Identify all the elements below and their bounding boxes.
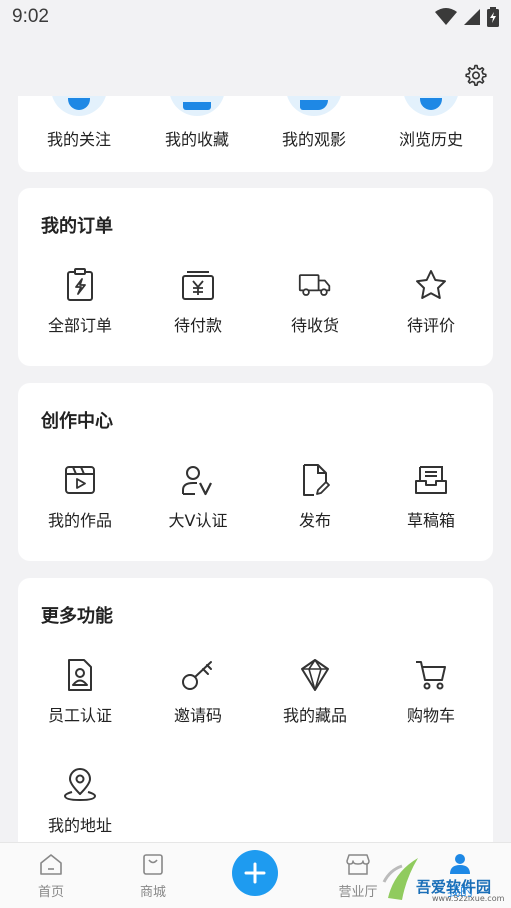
file-edit-icon [298,463,332,497]
shortcuts-card: 我的关注 我的收藏 我的观影 浏览历史 [18,96,493,172]
tab-business-hall-label: 营业厅 [338,885,378,900]
tab-mall[interactable]: 商城 [113,853,193,900]
shopping-cart-label: 购物车 [406,706,455,725]
store-icon [346,854,370,875]
my-works[interactable]: 我的作品 [21,463,139,531]
star-icon [414,268,448,302]
follow-icon [51,96,107,116]
order-pending-delivery[interactable]: 待收货 [256,268,374,336]
order-all-label: 全部订单 [47,316,112,335]
shortcut-follow[interactable]: 我的关注 [20,126,138,150]
gear-icon [465,64,487,86]
plus-icon [244,862,266,884]
badge-person-icon [63,658,97,692]
tab-home-label: 首页 [37,885,64,900]
shortcut-movies[interactable]: 我的观影 [255,126,373,150]
shortcut-history[interactable]: 浏览历史 [372,126,490,150]
orders-title: 我的订单 [41,216,113,237]
watermark: 吾爱软件园 www.52zixue.com [380,850,511,908]
history-icon [403,96,459,116]
user-v-icon [181,463,215,497]
key-icon [181,658,215,692]
diamond-icon [298,658,332,692]
clipboard-bolt-icon [63,268,97,302]
home-icon [40,854,62,875]
drafts-label: 草稿箱 [406,511,455,530]
employee-verification-label: 员工认证 [47,706,112,725]
publish[interactable]: 发布 [256,463,374,531]
my-address-label: 我的地址 [47,816,112,835]
movie-icon [286,96,342,116]
status-time: 9:02 [12,6,49,27]
status-bar: 9:02 [0,0,511,34]
invite-code-label: 邀请码 [173,706,222,725]
watermark-url: www.52zixue.com [432,894,505,903]
order-pending-review[interactable]: 待评价 [372,268,490,336]
order-pending-delivery-label: 待收货 [290,316,339,335]
v-verification[interactable]: 大V认证 [139,463,257,531]
orders-card: 我的订单 全部订单 待付款 待收货 待评价 [18,188,493,366]
more-card: 更多功能 员工认证 邀请码 我的藏品 购物车 我的地址 [18,578,493,848]
creation-title: 创作中心 [41,411,113,432]
employee-verification[interactable]: 员工认证 [21,658,139,726]
order-pending-payment-label: 待付款 [173,316,222,335]
my-collectibles[interactable]: 我的藏品 [256,658,374,726]
yen-wallet-icon [181,268,215,302]
shortcut-favorites[interactable]: 我的收藏 [138,126,256,150]
my-collectibles-label: 我的藏品 [282,706,347,725]
my-address[interactable]: 我的地址 [21,768,139,836]
favorites-icon [169,96,225,116]
publish-label: 发布 [298,511,331,530]
drafts[interactable]: 草稿箱 [372,463,490,531]
wifi-icon [435,8,457,25]
location-pin-icon [63,768,97,802]
my-works-label: 我的作品 [47,511,112,530]
settings-button[interactable] [460,60,490,90]
add-button[interactable] [232,850,278,896]
battery-icon [487,7,499,27]
inbox-icon [414,463,448,497]
more-title: 更多功能 [41,606,113,627]
signal-icon [464,9,480,25]
cart-icon [414,658,448,692]
order-all[interactable]: 全部订单 [21,268,139,336]
order-pending-review-label: 待评价 [406,316,455,335]
invite-code[interactable]: 邀请码 [139,658,257,726]
video-clapper-icon [63,463,97,497]
creation-card: 创作中心 我的作品 大V认证 发布 草稿箱 [18,383,493,561]
tab-mall-label: 商城 [139,885,166,900]
tab-home[interactable]: 首页 [11,853,91,900]
truck-icon [298,268,332,302]
shopping-cart[interactable]: 购物车 [372,658,490,726]
order-pending-payment[interactable]: 待付款 [139,268,257,336]
shopping-bag-icon [143,854,163,875]
status-icons [435,7,499,27]
v-verification-label: 大V认证 [168,511,228,530]
